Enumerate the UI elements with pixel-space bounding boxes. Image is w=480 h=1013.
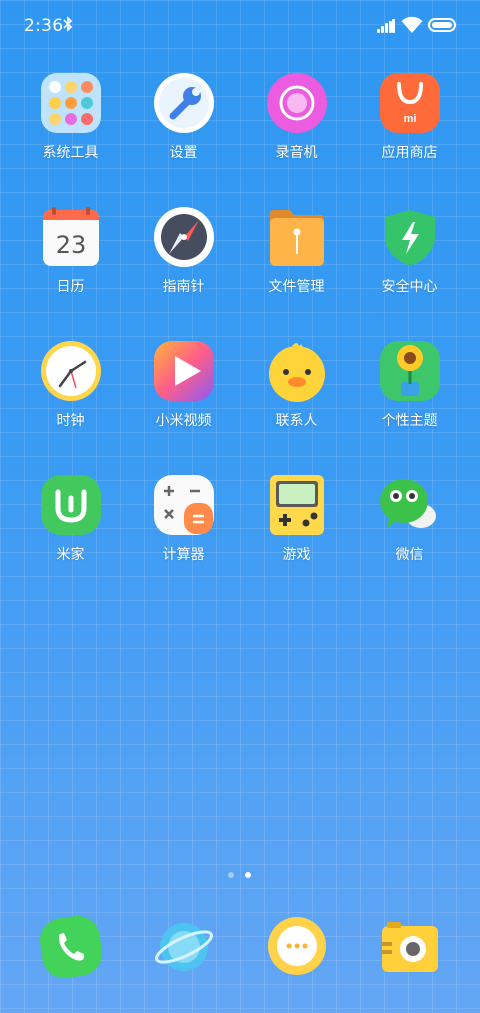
battery-icon: [428, 18, 456, 32]
app-wechat[interactable]: 微信: [353, 474, 466, 564]
shopping-bag-icon: mi: [379, 72, 441, 134]
message-icon: [266, 916, 328, 978]
wechat-icon: [379, 474, 441, 536]
app-label: 时钟: [56, 413, 85, 429]
app-label: 文件管理: [268, 279, 325, 295]
app-calculator[interactable]: 计算器: [127, 474, 240, 564]
calculator-icon: [153, 474, 215, 536]
status-bar: 2:36: [0, 0, 480, 52]
app-app-store[interactable]: mi 应用商店: [353, 72, 466, 162]
calendar-icon: 23: [40, 206, 102, 268]
app-label: 小米视频: [155, 413, 212, 429]
folder-icon: [40, 72, 102, 134]
app-label: 应用商店: [381, 145, 438, 161]
dock-messages[interactable]: [240, 916, 353, 978]
app-label: 指南针: [162, 279, 205, 295]
app-contacts[interactable]: 联系人: [240, 340, 353, 430]
page-dot[interactable]: [228, 872, 234, 878]
app-recorder[interactable]: 录音机: [240, 72, 353, 162]
app-system-tools[interactable]: 系统工具: [14, 72, 127, 162]
app-compass[interactable]: 指南针: [127, 206, 240, 296]
app-label: 设置: [169, 145, 198, 161]
camera-icon: [379, 916, 441, 978]
app-label: 日历: [56, 279, 85, 295]
calendar-date: 23: [55, 231, 86, 259]
gameboy-icon: [266, 474, 328, 536]
app-file-manager[interactable]: 文件管理: [240, 206, 353, 296]
duck-icon: [266, 340, 328, 402]
app-games[interactable]: 游戏: [240, 474, 353, 564]
app-themes[interactable]: 个性主题: [353, 340, 466, 430]
svg-text:mi: mi: [403, 113, 416, 125]
folder-file-icon: [266, 206, 328, 268]
app-label: 录音机: [275, 145, 318, 161]
play-icon: [153, 340, 215, 402]
bluetooth-icon: [63, 16, 73, 36]
shield-icon: [379, 206, 441, 268]
sunflower-icon: [379, 340, 441, 402]
wifi-icon: [401, 16, 423, 34]
app-label: 微信: [395, 547, 424, 563]
app-label: 个性主题: [381, 413, 438, 429]
app-label: 安全中心: [381, 279, 438, 295]
dock-phone[interactable]: [14, 916, 127, 978]
page-dot-active[interactable]: [245, 872, 251, 878]
app-label: 联系人: [275, 413, 318, 429]
compass-icon: [153, 206, 215, 268]
app-settings[interactable]: 设置: [127, 72, 240, 162]
app-label: 米家: [56, 547, 85, 563]
record-icon: [266, 72, 328, 134]
app-label: 游戏: [282, 547, 311, 563]
clock-icon: [40, 340, 102, 402]
app-mi-video[interactable]: 小米视频: [127, 340, 240, 430]
dock: [0, 916, 480, 986]
wrench-icon: [153, 72, 215, 134]
dock-camera[interactable]: [353, 916, 466, 978]
dock-browser[interactable]: [127, 916, 240, 978]
phone-icon: [39, 916, 102, 978]
planet-icon: [153, 916, 215, 978]
page-indicator: [0, 872, 480, 880]
signal-icon: [377, 19, 395, 33]
status-time: 2:36: [24, 16, 64, 36]
app-clock[interactable]: 时钟: [14, 340, 127, 430]
app-label: 计算器: [162, 547, 205, 563]
app-calendar[interactable]: 23 日历: [14, 206, 127, 296]
mijia-icon: [40, 474, 102, 536]
app-mi-home[interactable]: 米家: [14, 474, 127, 564]
app-security[interactable]: 安全中心: [353, 206, 466, 296]
app-label: 系统工具: [42, 145, 99, 161]
